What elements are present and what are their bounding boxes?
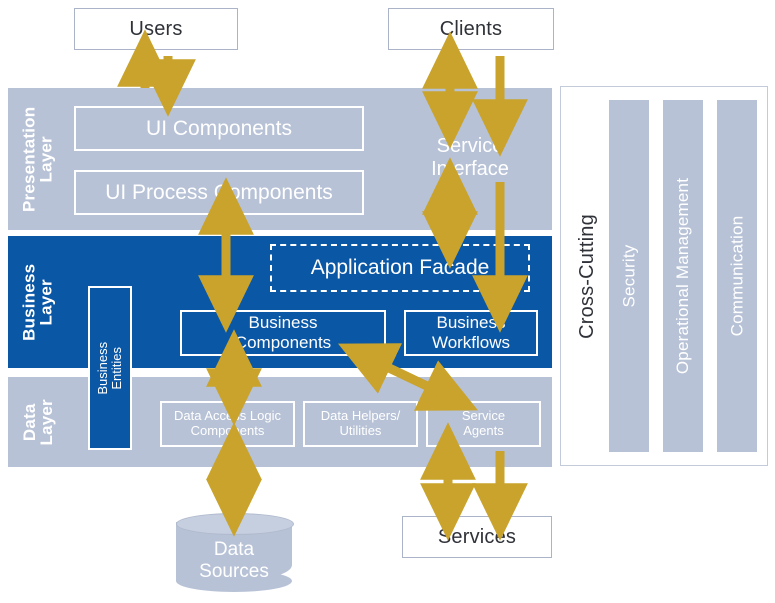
ui-components-box[interactable]: UI Components (74, 106, 364, 151)
data-helpers-utilities-box[interactable]: Data Helpers/ Utilities (303, 401, 418, 447)
business-components-line2: Components (234, 333, 332, 352)
service-interface-box[interactable]: Service Interface (394, 134, 546, 182)
data-label-line1: Data (19, 403, 39, 441)
application-facade-box[interactable]: Application Facade (270, 244, 530, 292)
agents-line1: Service (461, 408, 506, 424)
application-facade-label: Application Facade (310, 256, 490, 279)
data-sources-line1: Data (213, 538, 255, 560)
helpers-line1: Data Helpers/ (320, 408, 401, 424)
business-components-box[interactable]: Business Components (180, 310, 386, 356)
service-interface-line2: Interface (431, 158, 509, 180)
services-box[interactable]: Services (402, 516, 552, 558)
business-layer-label: Business Layer (8, 236, 68, 368)
business-workflows-box[interactable]: Business Workflows (404, 310, 538, 356)
cylinder-top (176, 513, 294, 535)
presentation-layer-label: Presentation Layer (8, 88, 68, 230)
users-box[interactable]: Users (74, 8, 238, 50)
data-label-line2: Layer (37, 398, 56, 446)
business-entities-line2: Entities (109, 346, 124, 390)
dal-line1: Data Access Logic (174, 408, 281, 424)
cross-cutting-text: Cross-Cutting (575, 213, 598, 339)
architecture-diagram: Presentation Layer Business Layer Data L… (0, 0, 775, 603)
communication-label: Communication (727, 215, 746, 337)
clients-box[interactable]: Clients (388, 8, 554, 50)
data-access-logic-components-box[interactable]: Data Access Logic Components (160, 401, 295, 447)
clients-label: Clients (439, 17, 503, 40)
operational-management-label: Operational Management (673, 177, 692, 375)
business-label-line2: Layer (37, 278, 56, 326)
business-workflows-line2: Workflows (431, 333, 511, 352)
ui-components-label: UI Components (146, 116, 292, 140)
security-label: Security (619, 244, 639, 308)
cross-cutting-bar-security[interactable]: Security (609, 100, 649, 452)
ui-process-components-box[interactable]: UI Process Components (74, 170, 364, 215)
users-label: Users (129, 17, 183, 40)
data-layer-label: Data Layer (8, 377, 68, 467)
service-agents-box[interactable]: Service Agents (426, 401, 541, 447)
business-entities-box[interactable]: Business Entities (88, 286, 132, 450)
business-workflows-line1: Business (436, 313, 506, 333)
presentation-label-line2: Layer (37, 135, 56, 183)
business-entities-line1: Business (94, 341, 110, 395)
cross-cutting-label: Cross-Cutting (570, 86, 604, 466)
data-sources-label: Data Sources (176, 539, 292, 583)
data-sources-cylinder[interactable]: Data Sources (176, 513, 294, 592)
services-label: Services (437, 525, 517, 548)
ui-process-components-label: UI Process Components (105, 180, 333, 204)
cross-cutting-bar-communication[interactable]: Communication (717, 100, 757, 452)
cross-cutting-bar-operational-management[interactable]: Operational Management (663, 100, 703, 452)
business-components-line1: Business (248, 313, 318, 333)
service-interface-line1: Service (436, 135, 504, 157)
dal-line2: Components (190, 423, 265, 438)
data-sources-line2: Sources (199, 560, 269, 582)
helpers-line2: Utilities (339, 423, 382, 438)
agents-line2: Agents (463, 423, 504, 438)
